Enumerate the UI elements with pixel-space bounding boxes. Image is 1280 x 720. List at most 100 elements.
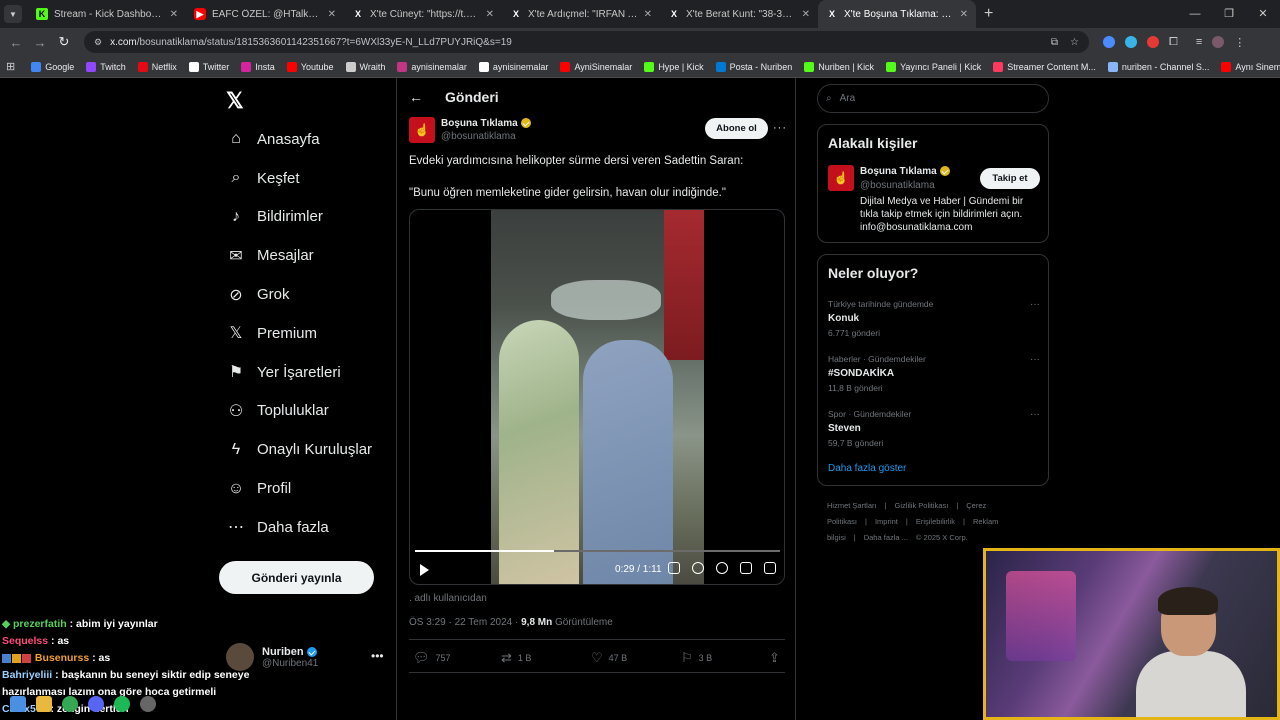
trend-item[interactable]: Spor · Gündemdekiler Steven 59,7 B gönderi… bbox=[828, 409, 1040, 448]
bookmark-item[interactable]: Posta - Nuriben bbox=[710, 61, 799, 72]
back-arrow-icon[interactable]: ← bbox=[4, 35, 28, 50]
video-player[interactable]: 0:29 / 1:11 bbox=[409, 209, 785, 585]
sidebar-item-mail[interactable]: ✉ Mesajlar bbox=[226, 236, 372, 275]
bookmark-item[interactable]: Google bbox=[25, 61, 80, 72]
repost-button[interactable]: ⇄ 1 B bbox=[501, 650, 531, 666]
close-icon[interactable]: ✕ bbox=[170, 9, 178, 20]
close-icon[interactable]: ✕ bbox=[644, 9, 652, 20]
new-tab-button[interactable]: + bbox=[984, 5, 993, 23]
sidebar-item-lightning[interactable]: ϟ Onaylı Kuruluşlar bbox=[226, 430, 372, 469]
profile-avatar-icon[interactable] bbox=[1212, 36, 1225, 48]
bookmark-item[interactable]: Wraith bbox=[340, 61, 392, 72]
sidebar-item-bookmark[interactable]: ⚑ Yer İşaretleri bbox=[226, 353, 372, 392]
x-logo-icon[interactable]: 𝕏 bbox=[226, 88, 244, 114]
more-icon[interactable]: ••• bbox=[371, 649, 384, 663]
show-more-link[interactable]: Daha fazla göster bbox=[828, 463, 906, 474]
site-info-icon[interactable]: ⚙ bbox=[94, 37, 102, 48]
tab-6-active[interactable]: X X'te Boşuna Tıklama: "Evdeki ya ✕ bbox=[818, 0, 976, 28]
more-options-icon[interactable]: ··· bbox=[1030, 354, 1040, 365]
bookmark-item[interactable]: Streamer Content M... bbox=[987, 61, 1102, 72]
more-options-icon[interactable]: ··· bbox=[773, 122, 787, 134]
tab-search-button[interactable]: ▼ bbox=[4, 5, 22, 23]
bookmark-item[interactable]: Yayıncı Paneli | Kick bbox=[880, 61, 987, 72]
bookmark-item[interactable]: Netflix bbox=[132, 61, 183, 72]
tab-1[interactable]: K Stream - Kick Dashboard ✕ bbox=[28, 0, 186, 28]
footer-link[interactable]: Erişilebilirlik bbox=[916, 517, 955, 526]
fullscreen-icon[interactable] bbox=[764, 562, 776, 574]
pip-icon[interactable] bbox=[740, 562, 752, 574]
bookmark-item[interactable]: AyniSinemalar bbox=[554, 61, 638, 72]
file-explorer-icon[interactable] bbox=[36, 696, 52, 712]
post-timestamp[interactable]: ÖS 3:29 · 22 Tem 2024 · bbox=[409, 617, 521, 628]
bookmark-item[interactable]: nuriben - Channel S... bbox=[1102, 61, 1216, 72]
extension-icon[interactable] bbox=[1147, 36, 1159, 48]
close-window-icon[interactable]: ✕ bbox=[1246, 0, 1280, 28]
close-icon[interactable]: ✕ bbox=[802, 9, 810, 20]
star-icon[interactable]: ☆ bbox=[1070, 37, 1079, 48]
trend-item[interactable]: Türkiye tarihinde gündemde Konuk 6.771 gön… bbox=[828, 299, 1040, 338]
sidebar-item-bell[interactable]: ♪ Bildirimler bbox=[226, 198, 372, 237]
bookmark-item[interactable]: Aynı Sinemalar - Ça... bbox=[1215, 61, 1280, 72]
video-progress-bar[interactable] bbox=[415, 550, 780, 552]
chrome-icon[interactable] bbox=[62, 696, 78, 712]
footer-link[interactable]: Hizmet Şartları bbox=[827, 501, 877, 510]
media-icon[interactable]: ≡ bbox=[1196, 36, 1202, 48]
author-avatar[interactable]: ☝ bbox=[409, 117, 435, 143]
sidebar-item-search[interactable]: ⌕ Keşfet bbox=[226, 159, 372, 198]
minimize-icon[interactable]: — bbox=[1178, 0, 1212, 28]
follow-button[interactable]: Takip et bbox=[980, 168, 1040, 189]
bookmark-item[interactable]: Twitch bbox=[80, 61, 132, 72]
related-avatar[interactable]: ☝ bbox=[828, 165, 854, 191]
tab-4[interactable]: X X'te Ardıçmel: "İRFAN ALİ KOÇU ✕ bbox=[502, 0, 660, 28]
back-arrow-icon[interactable]: ← bbox=[409, 89, 423, 105]
subscribe-button[interactable]: Abone ol bbox=[705, 118, 768, 139]
bookmark-item[interactable]: Insta bbox=[235, 61, 281, 72]
app-icon[interactable] bbox=[140, 696, 156, 712]
sidebar-item-x-premium[interactable]: 𝕏 Premium bbox=[226, 314, 372, 353]
search-input[interactable]: ⌕ Ara bbox=[817, 84, 1049, 113]
close-icon[interactable]: ✕ bbox=[486, 9, 494, 20]
bookmark-item[interactable]: Nuriben | Kick bbox=[798, 61, 880, 72]
post-author[interactable]: ☝ Boşuna Tıklama @bosunatiklama bbox=[409, 117, 531, 143]
extension-shield-icon[interactable] bbox=[1103, 36, 1115, 48]
trend-item[interactable]: Haberler · Gündemdekiler #SONDAKİKA 11,8 B… bbox=[828, 354, 1040, 393]
footer-link[interactable]: © 2025 X Corp. bbox=[916, 533, 968, 542]
settings-icon[interactable] bbox=[716, 562, 728, 574]
captions-icon[interactable] bbox=[668, 562, 680, 574]
spotify-icon[interactable] bbox=[114, 696, 130, 712]
restore-icon[interactable]: ❐ bbox=[1212, 0, 1246, 28]
bookmark-item[interactable]: Youtube bbox=[281, 61, 340, 72]
bookmark-item[interactable]: Hype | Kick bbox=[638, 61, 709, 72]
tab-2[interactable]: ▶ EAFC ÖZEL: @HTalksYoutube, @ ✕ bbox=[186, 0, 344, 28]
video-attribution[interactable]: . adlı kullanıcıdan bbox=[409, 593, 487, 604]
author-name[interactable]: Boşuna Tıklama bbox=[441, 118, 531, 129]
windows-start-icon[interactable] bbox=[10, 696, 26, 712]
tab-5[interactable]: X X'te Berat Kunt: "38-39. saniye ✕ bbox=[660, 0, 818, 28]
sidebar-item-profile[interactable]: ☺ Profil bbox=[226, 469, 372, 508]
bookmark-item[interactable]: aynisinemalar bbox=[391, 61, 473, 72]
volume-icon[interactable] bbox=[692, 562, 704, 574]
footer-link[interactable]: Gizlilik Politikası bbox=[895, 501, 949, 510]
footer-link[interactable]: Imprint bbox=[875, 517, 898, 526]
reply-button[interactable]: 💬︎ 757 bbox=[413, 650, 451, 666]
play-icon[interactable] bbox=[420, 564, 429, 576]
apps-grid-icon[interactable]: ⊞ bbox=[6, 60, 15, 73]
more-options-icon[interactable]: ··· bbox=[1030, 409, 1040, 420]
tab-3[interactable]: X X'te Cüneyt: "https://t.co/yaCl3 ✕ bbox=[344, 0, 502, 28]
close-icon[interactable]: ✕ bbox=[328, 9, 336, 20]
puzzle-icon[interactable]: ⧠ bbox=[1169, 36, 1178, 49]
sidebar-item-more-circle[interactable]: ⋯ Daha fazla bbox=[226, 508, 372, 547]
discord-icon[interactable] bbox=[88, 696, 104, 712]
share-button[interactable]: ⇪ bbox=[769, 650, 780, 666]
reload-icon[interactable]: ↻ bbox=[52, 34, 76, 50]
close-icon[interactable]: ✕ bbox=[960, 9, 968, 20]
sidebar-item-grok[interactable]: ⊘ Grok bbox=[226, 275, 372, 314]
like-button[interactable]: ♡ 47 B bbox=[591, 650, 627, 666]
install-icon[interactable]: ⧉ bbox=[1051, 37, 1058, 48]
footer-link[interactable]: Daha fazla ... bbox=[864, 533, 908, 542]
sidebar-item-communities[interactable]: ⚇ Topluluklar bbox=[226, 392, 372, 431]
url-input[interactable]: ⚙ x.com/bosunatiklama/status/18153636011… bbox=[84, 31, 1089, 53]
bookmark-item[interactable]: Twitter bbox=[183, 61, 236, 72]
related-name[interactable]: Boşuna Tıklama bbox=[860, 166, 950, 177]
bookmark-button[interactable]: ⚐ 3 B bbox=[681, 650, 712, 666]
